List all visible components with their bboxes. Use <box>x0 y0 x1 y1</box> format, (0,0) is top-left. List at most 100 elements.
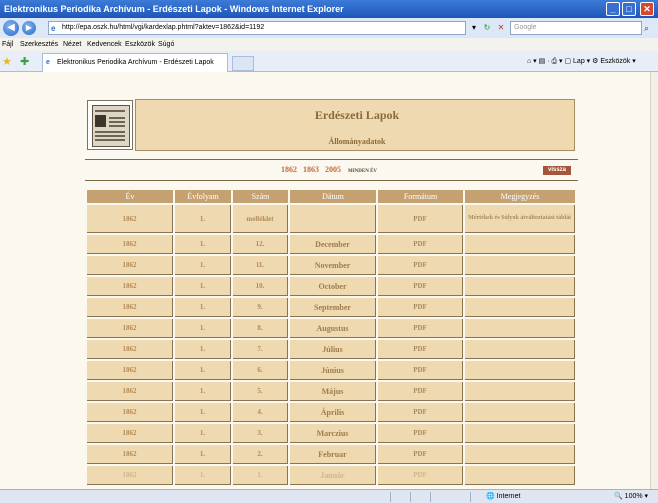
cell-number: 8. <box>233 319 288 338</box>
cell-number: 3. <box>233 424 288 443</box>
minimize-button[interactable]: _ <box>606 2 620 16</box>
forward-button[interactable]: ▶ <box>22 21 36 35</box>
table-row: 1862 1. 5. Május PDF <box>87 382 575 401</box>
cell-note <box>465 298 575 317</box>
search-icon[interactable]: ⌕ <box>644 21 656 35</box>
pdf-link[interactable]: PDF <box>378 235 463 254</box>
holdings-table: Év Évfolyam Szám Dátum Formátum Megjegyz… <box>85 188 577 487</box>
cell-date[interactable]: Marczius <box>290 424 376 443</box>
menu-bar: Fájl Szerkesztés Nézet Kedvencek Eszközö… <box>0 38 658 51</box>
zoom-level: 100% <box>624 493 643 500</box>
cell-note <box>465 235 575 254</box>
pdf-link[interactable]: PDF <box>378 205 463 233</box>
table-row: 1862 1. 7. Július PDF <box>87 340 575 359</box>
back-button[interactable]: ◀ <box>3 20 19 36</box>
cell-volume: 1. <box>175 256 231 275</box>
cell-number: 5. <box>233 382 288 401</box>
year-link[interactable]: 2005 <box>325 165 341 174</box>
cell-number: 7. <box>233 340 288 359</box>
vertical-scrollbar[interactable] <box>650 72 658 489</box>
cell-year: 1862 <box>87 205 173 233</box>
cell-number: 2. <box>233 445 288 464</box>
pdf-link[interactable]: PDF <box>378 277 463 296</box>
favorites-star-icon[interactable]: ★ <box>2 55 12 68</box>
url-text: http://epa.oszk.hu/html/vgi/kardexlap.ph… <box>62 24 265 31</box>
cell-date[interactable]: Augustus <box>290 319 376 338</box>
table-row: 1862 1. melléklet PDF Mértékek és Súlyok átv… <box>87 205 575 233</box>
ie-tab-icon: e <box>46 59 50 66</box>
pdf-link[interactable]: PDF <box>378 319 463 338</box>
command-bar-tools[interactable]: ⌂ ▾ ▤ · ⎙ ▾ ▢ Lap ▾ ⚙ Eszközök ▾ <box>527 55 636 68</box>
tab-label: Elektronikus Periodika Archívum - Erdész… <box>57 59 214 66</box>
add-favorites-icon[interactable]: ✚ <box>20 55 29 68</box>
cell-year: 1862 <box>87 256 173 275</box>
menu-edit[interactable]: Szerkesztés <box>20 38 58 51</box>
cell-year: 1862 <box>87 298 173 317</box>
table-row: 1862 1. 9. September PDF <box>87 298 575 317</box>
cell-number: 9. <box>233 298 288 317</box>
menu-view[interactable]: Nézet <box>63 38 81 51</box>
cell-date[interactable]: October <box>290 277 376 296</box>
cell-volume: 1. <box>175 466 231 485</box>
pdf-link[interactable]: PDF <box>378 445 463 464</box>
menu-help[interactable]: Súgó <box>158 38 174 51</box>
pdf-link[interactable]: PDF <box>378 466 463 485</box>
cell-volume: 1. <box>175 235 231 254</box>
tab-active[interactable]: e Elektronikus Periodika Archívum - Erdé… <box>42 53 228 72</box>
cell-number: 11. <box>233 256 288 275</box>
close-button[interactable]: ✕ <box>640 2 654 16</box>
pdf-link[interactable]: PDF <box>378 340 463 359</box>
cell-date[interactable]: December <box>290 235 376 254</box>
menu-favorites[interactable]: Kedvencek <box>87 38 122 51</box>
cell-number: 10. <box>233 277 288 296</box>
stop-icon[interactable]: ✕ <box>493 21 509 35</box>
new-tab-button[interactable] <box>232 56 254 71</box>
ie-page-icon: e <box>51 24 56 33</box>
cell-date[interactable]: Februar <box>290 445 376 464</box>
cell-note <box>465 445 575 464</box>
cell-note: Mértékek és Súlyok átváltoztatási táblái <box>465 205 575 233</box>
cell-year: 1862 <box>87 403 173 422</box>
cell-date[interactable]: November <box>290 256 376 275</box>
cell-number: 12. <box>233 235 288 254</box>
address-bar: ◀ ▶ e http://epa.oszk.hu/html/vgi/kardex… <box>0 18 658 38</box>
table-row: 1862 1. 2. Februar PDF <box>87 445 575 464</box>
window-title-bar: Elektronikus Periodika Archívum - Erdész… <box>0 0 658 18</box>
url-field[interactable]: e http://epa.oszk.hu/html/vgi/kardexlap.… <box>48 21 466 35</box>
pdf-link[interactable]: PDF <box>378 403 463 422</box>
zoom-control[interactable]: 🔍 100% ▾ <box>614 490 648 503</box>
cell-date[interactable]: Június <box>290 361 376 380</box>
cell-note <box>465 466 575 485</box>
cell-date[interactable]: Július <box>290 340 376 359</box>
cell-number: melléklet <box>233 205 288 233</box>
cell-date[interactable]: Május <box>290 382 376 401</box>
cell-date[interactable]: Január <box>290 466 376 485</box>
pdf-link[interactable]: PDF <box>378 361 463 380</box>
cell-year: 1862 <box>87 466 173 485</box>
holdings-subtitle: Állományadatok <box>328 137 386 146</box>
all-years-link[interactable]: MINDEN ÉV <box>348 169 377 174</box>
cell-note <box>465 319 575 338</box>
pdf-link[interactable]: PDF <box>378 298 463 317</box>
cell-date[interactable]: Április <box>290 403 376 422</box>
maximize-button[interactable]: □ <box>622 2 636 16</box>
menu-file[interactable]: Fájl <box>2 38 13 51</box>
pdf-link[interactable]: PDF <box>378 424 463 443</box>
back-link-button[interactable]: vissza <box>543 166 571 175</box>
cell-note <box>465 340 575 359</box>
pdf-link[interactable]: PDF <box>378 382 463 401</box>
cell-note <box>465 382 575 401</box>
pdf-link[interactable]: PDF <box>378 256 463 275</box>
cell-note <box>465 424 575 443</box>
cell-date[interactable] <box>290 205 376 233</box>
search-input[interactable]: Google <box>510 21 642 35</box>
col-year: Év <box>87 190 173 203</box>
cell-date[interactable]: September <box>290 298 376 317</box>
cell-note <box>465 256 575 275</box>
table-row: 1862 1. 11. November PDF <box>87 256 575 275</box>
year-link[interactable]: 1863 <box>303 165 319 174</box>
col-volume: Évfolyam <box>175 190 231 203</box>
table-row: 1862 1. 6. Június PDF <box>87 361 575 380</box>
menu-tools[interactable]: Eszközök <box>125 38 155 51</box>
year-link[interactable]: 1862 <box>281 165 297 174</box>
